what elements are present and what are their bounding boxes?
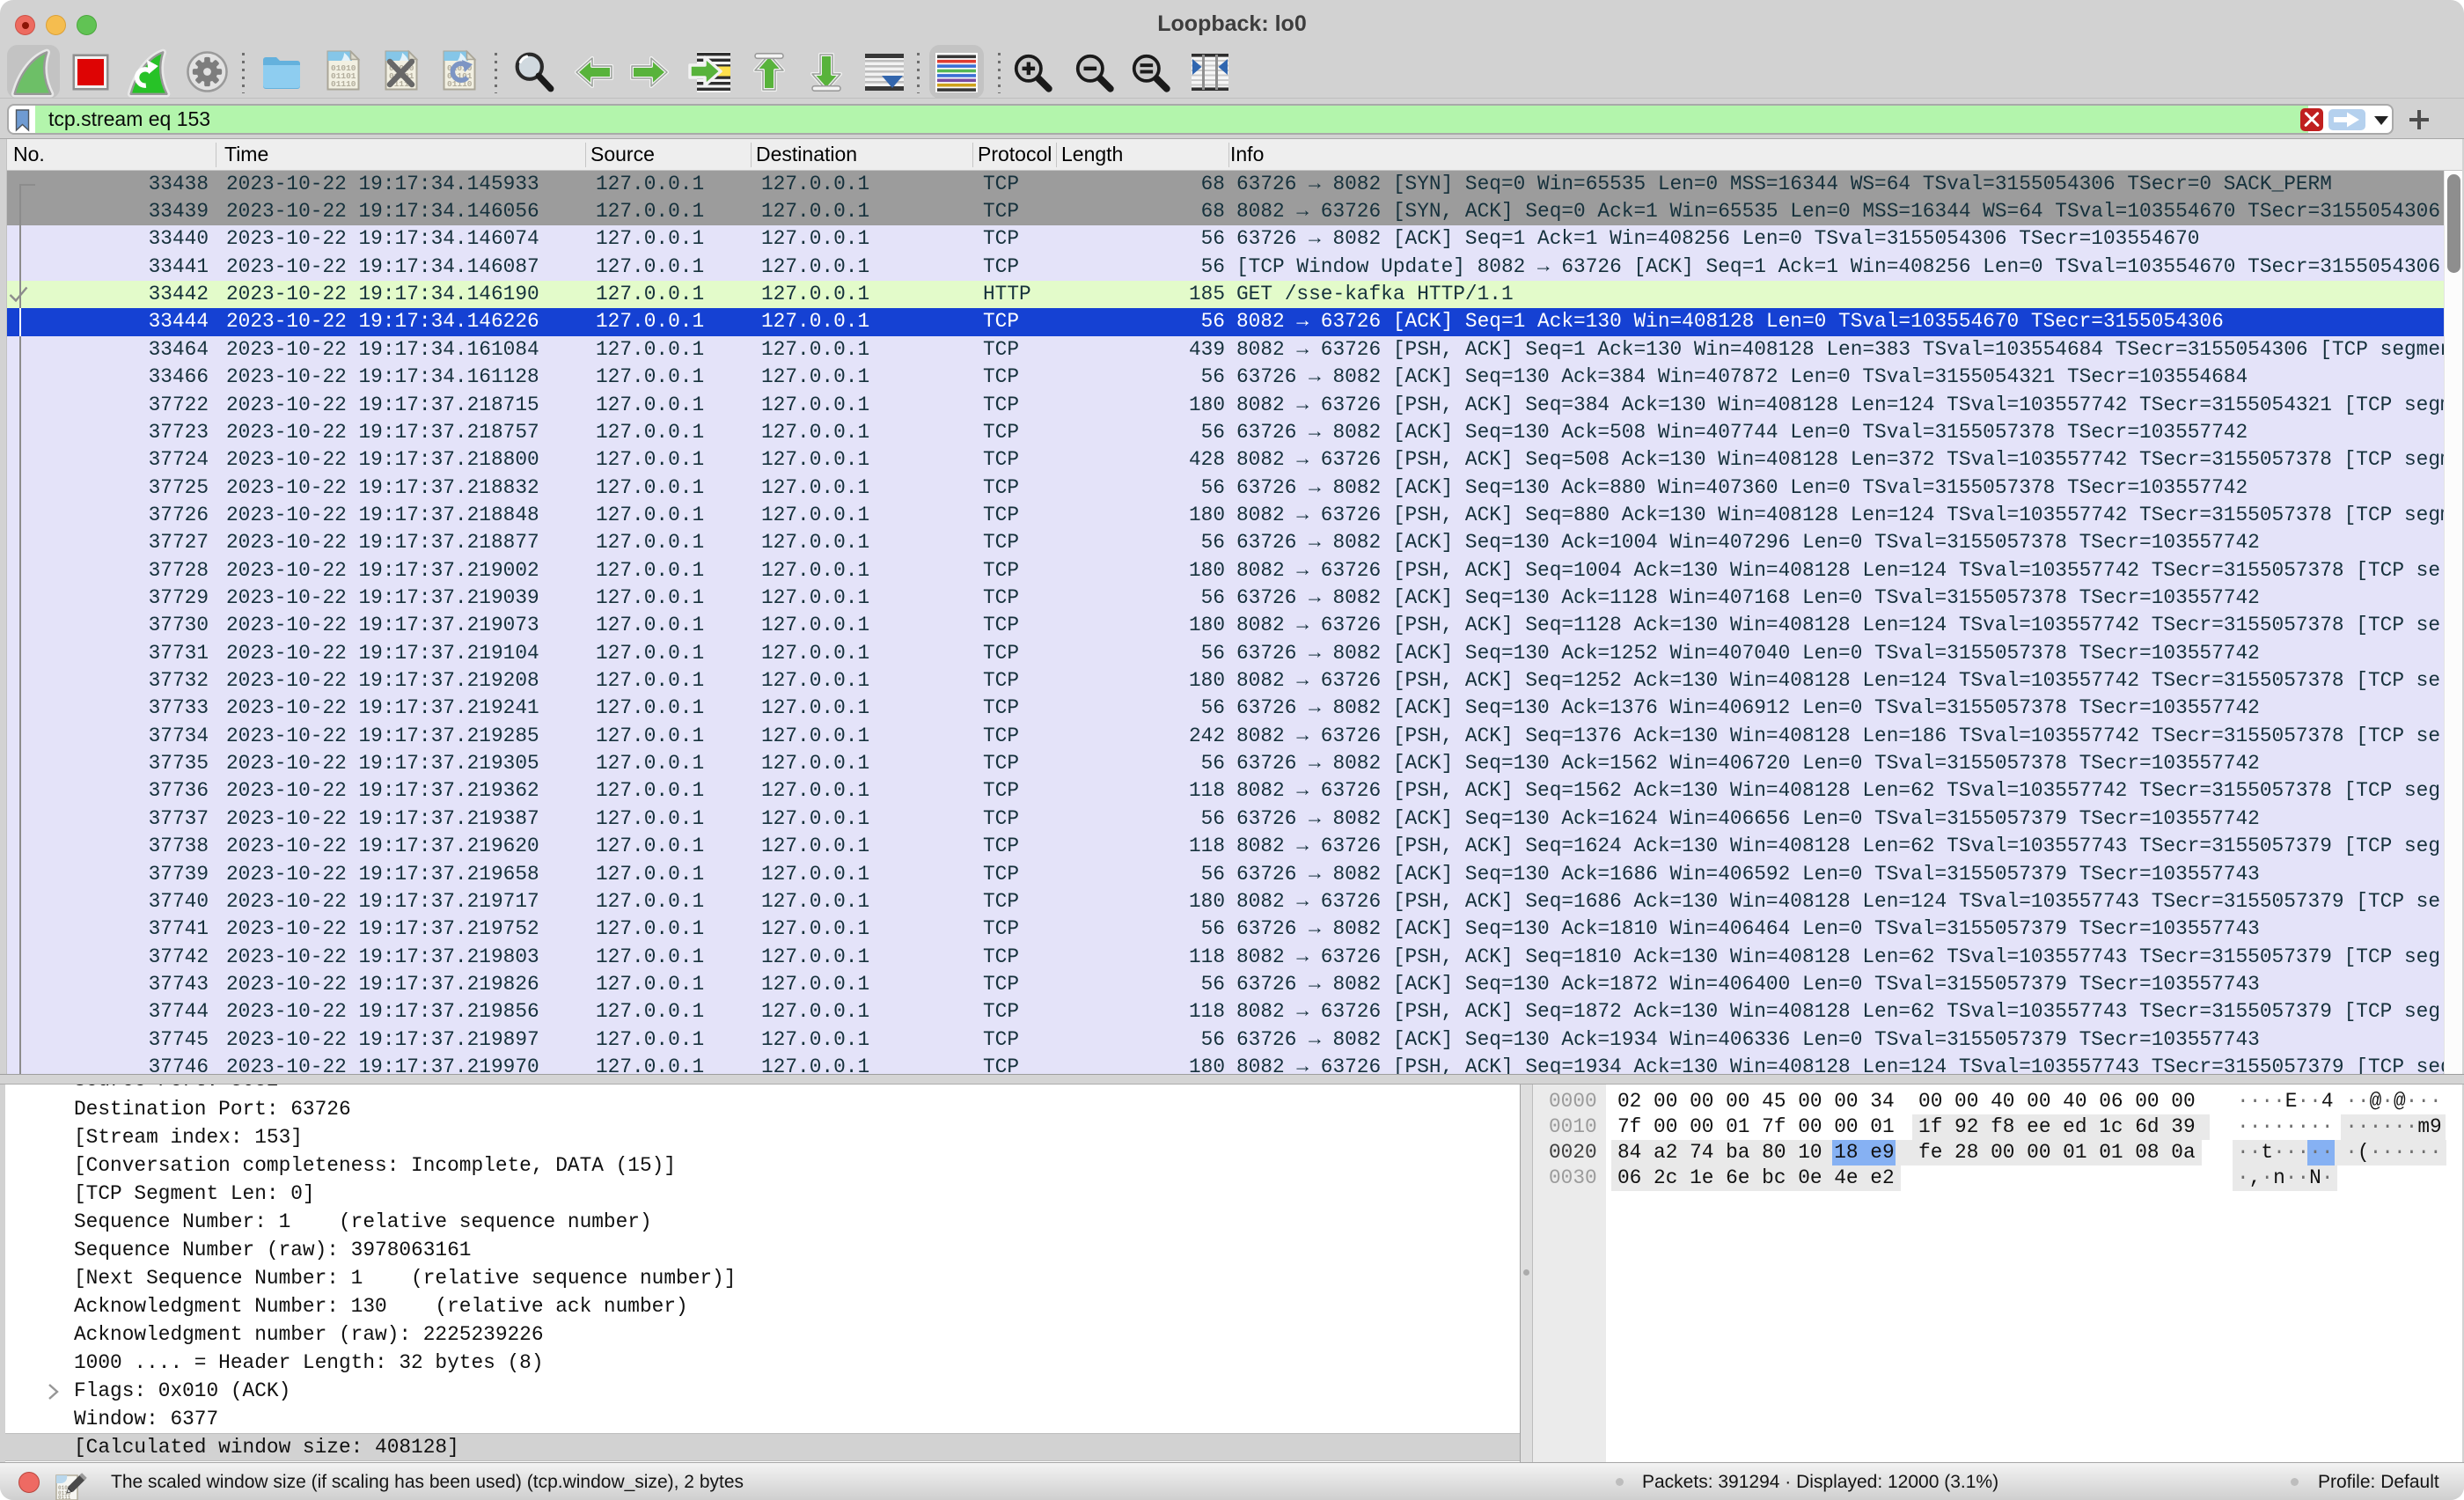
svg-text:0111: 0111 xyxy=(58,1495,71,1500)
svg-text:01110: 01110 xyxy=(331,79,356,89)
